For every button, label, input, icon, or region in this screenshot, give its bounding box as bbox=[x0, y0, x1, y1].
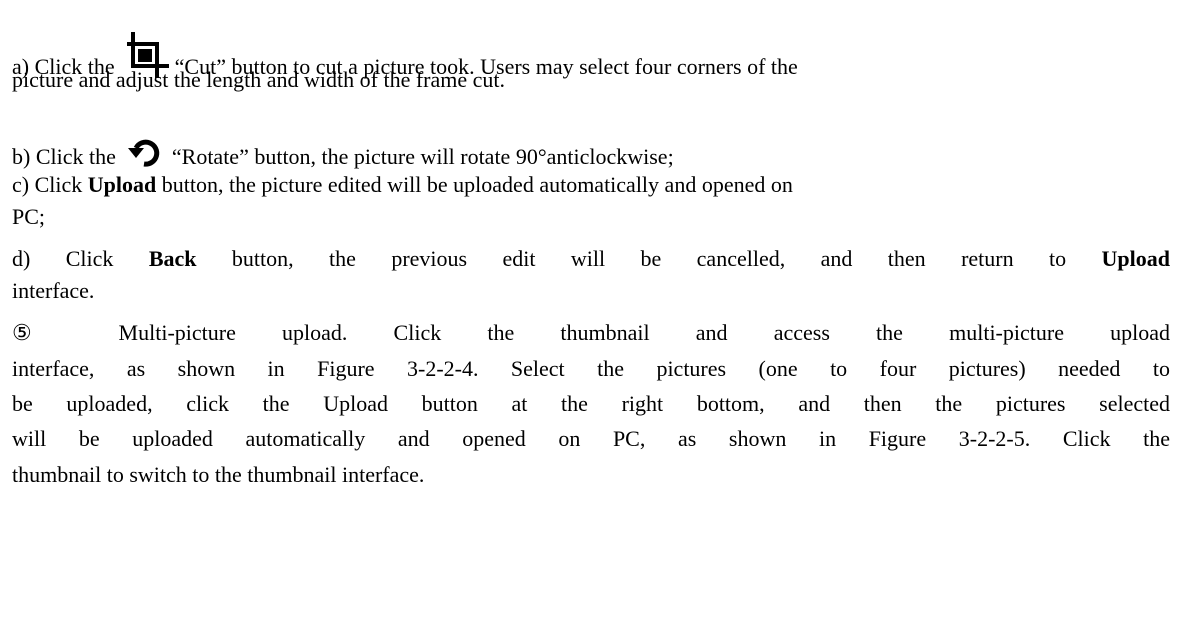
upload-keyword-2: Upload bbox=[1101, 246, 1171, 271]
item-5-line-2: interface, as shown in Figure 3-2-2-4. S… bbox=[12, 356, 1170, 381]
item-b-text: “Rotate” button, the picture will rotate… bbox=[171, 144, 674, 169]
item-c-text: button, the picture edited will be uploa… bbox=[161, 172, 793, 197]
item-b-line: b) Click the “Rotate” button, the pictur… bbox=[12, 130, 674, 169]
item-5-line-1: ⑤ Multi-picture upload. Click the thumbn… bbox=[12, 320, 1170, 345]
item-d-line-1: d) Click Back button, the previous edit … bbox=[12, 245, 1170, 273]
item-a-line-1: a) Click the “Cut” button to cut a pictu… bbox=[12, 28, 798, 79]
item-5-line-3: be uploaded, click the Upload button at … bbox=[12, 391, 1170, 416]
item-b-prefix: b) Click the bbox=[12, 144, 116, 169]
upload-keyword: Upload bbox=[87, 172, 157, 197]
item-c-prefix: c) Click bbox=[12, 172, 83, 197]
item-c-line-2: PC; bbox=[12, 204, 46, 229]
item-d-line-2: interface. bbox=[12, 278, 95, 303]
item-d-text: button, the previous edit will be cancel… bbox=[231, 246, 1067, 271]
item-5-line-5: thumbnail to switch to the thumbnail int… bbox=[12, 462, 425, 487]
document-page: a) Click the “Cut” button to cut a pictu… bbox=[0, 0, 1180, 634]
item-a-line-2: picture and adjust the length and width … bbox=[12, 67, 506, 92]
back-keyword: Back bbox=[148, 246, 197, 271]
item-5-line-4: will be uploaded automatically and opene… bbox=[12, 426, 1170, 451]
item-c-line-1: c) Click Upload button, the picture edit… bbox=[12, 171, 793, 199]
rotate-icon bbox=[127, 130, 162, 167]
item-d-prefix: d) Click bbox=[12, 246, 114, 271]
